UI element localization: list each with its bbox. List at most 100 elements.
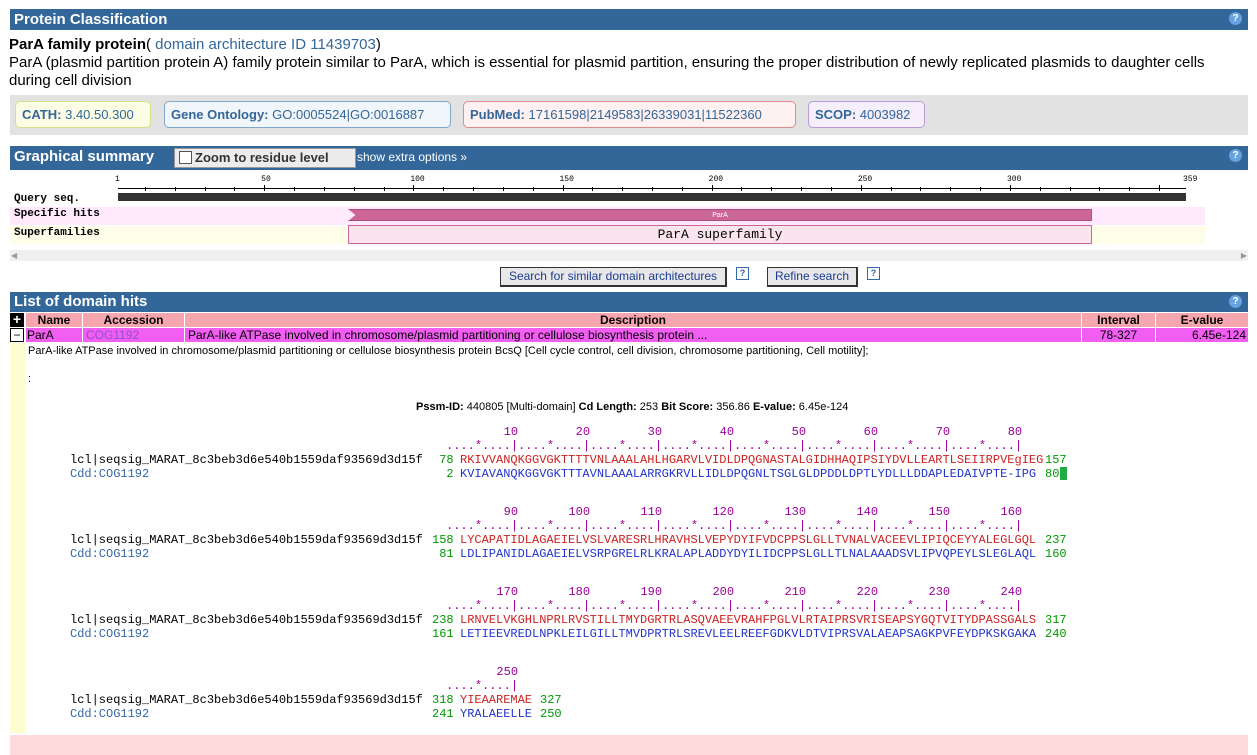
subject-name[interactable]: Cdd:COG1192: [70, 467, 149, 481]
parA-hit-label: ParA: [712, 212, 728, 219]
alignment-ruler: ....*....|....*....|....*....|....*....|…: [374, 599, 1023, 613]
ruler-tick: [413, 185, 415, 191]
ruler-tick: [1039, 187, 1041, 191]
show-extra-options-link[interactable]: show extra options »: [357, 146, 467, 168]
ruler-tick-label: 300: [1006, 175, 1022, 184]
hit-description[interactable]: ParA-like ATPase involved in chromosome/…: [185, 328, 1081, 342]
zoom-checkbox[interactable]: [179, 151, 192, 164]
pssm-label: Pssm-ID:: [416, 401, 464, 413]
help-icon[interactable]: ?: [1229, 12, 1242, 25]
parA-superfamily-hit[interactable]: ParA superfamily: [348, 225, 1092, 244]
query-name: lcl|seqsig_MARAT_8c3beb3d6e540b1559daf93…: [70, 453, 423, 467]
subject-sequence: LDLIPANIDLAGAEIELVSRPGRELRLKRALAPLADDYDY…: [460, 547, 1037, 561]
refine-search-button[interactable]: Refine search: [767, 267, 858, 287]
protein-name: ParA family protein: [9, 36, 146, 53]
cd-length-label: Cd Length:: [578, 401, 637, 413]
graphical-summary-header: Graphical summary Zoom to residue level …: [10, 146, 1248, 170]
ruler-tick: [502, 187, 504, 191]
query-seq-bar: [118, 193, 1186, 201]
protein-classification-header: Protein Classification ?: [10, 9, 1248, 30]
col-header-name[interactable]: Name: [26, 313, 82, 327]
ruler-tick: [264, 185, 266, 191]
collapse-row-icon[interactable]: −: [10, 328, 24, 342]
expand-all-icon[interactable]: +: [10, 312, 24, 327]
ruler-tick-label: 200: [708, 175, 724, 184]
search-similar-architectures-button[interactable]: Search for similar domain architectures: [500, 267, 727, 287]
subject-start: 241: [432, 707, 454, 721]
ruler-tick: [1129, 187, 1131, 191]
gene-ontology-badge[interactable]: Gene Ontology: GO:0005524|GO:0016887: [164, 101, 451, 128]
query-end: 327: [540, 693, 562, 707]
ruler-tick: [652, 187, 653, 191]
ruler-tick: [830, 187, 832, 191]
query-sequence: YIEAAREMAE: [460, 693, 533, 707]
help-icon[interactable]: ?: [1229, 149, 1242, 162]
ruler-tick: [681, 187, 683, 191]
subject-end: 80: [1045, 467, 1060, 481]
ruler-tick: [383, 187, 385, 191]
scroll-left-arrow[interactable]: ◀: [11, 250, 17, 261]
graphical-summary-title: Graphical summary: [14, 148, 155, 165]
col-header-description[interactable]: Description: [185, 313, 1081, 327]
query-end: 317: [1045, 613, 1067, 627]
ruler-tick: [771, 187, 773, 191]
cd-length-value: 253: [639, 401, 659, 413]
ruler-tick: [950, 187, 952, 191]
cath-label: CATH:: [22, 107, 62, 122]
col-header-interval[interactable]: Interval: [1082, 313, 1155, 327]
col-header-evalue[interactable]: E-value: [1156, 313, 1248, 327]
parA-specific-hit[interactable]: ParA: [348, 209, 1092, 221]
pubmed-value[interactable]: 17161598|2149583|26339031|11522360: [529, 107, 762, 122]
scop-value[interactable]: 4003982: [860, 107, 911, 122]
ruler-tick: [1159, 185, 1161, 191]
subject-name[interactable]: Cdd:COG1192: [70, 707, 149, 721]
full-description: ParA-like ATPase involved in chromosome/…: [28, 345, 869, 357]
evalue-label: E-value:: [752, 401, 796, 413]
pubmed-badge[interactable]: PubMed: 17161598|2149583|26339031|115223…: [463, 101, 796, 128]
ruler-tick: [711, 185, 713, 191]
ruler-tick: [323, 187, 325, 191]
alignment-ruler: ....*....|....*....|....*....|....*....|…: [374, 519, 1023, 533]
query-name: lcl|seqsig_MARAT_8c3beb3d6e540b1559daf93…: [70, 533, 423, 547]
ruler-tick: [860, 185, 862, 191]
bit-score-label: Bit Score:: [661, 401, 714, 413]
ruler-tick: [622, 187, 624, 191]
go-label: Gene Ontology:: [171, 107, 269, 122]
scroll-right-arrow[interactable]: ▶: [1241, 250, 1247, 261]
ruler-tick: [801, 187, 803, 191]
alignment-numbers: 10 20 30 40 50 60 70 80: [374, 425, 1023, 439]
ruler-tick: [204, 187, 206, 191]
evalue-value: 6.45e-124: [798, 401, 849, 413]
scop-badge[interactable]: SCOP: 4003982: [808, 101, 925, 128]
go-value[interactable]: GO:0005524|GO:0016887: [272, 107, 424, 122]
cath-value[interactable]: 3.40.50.300: [65, 107, 134, 122]
subject-start: 2: [432, 467, 454, 481]
hit-interval: 78-327: [1082, 328, 1155, 342]
ruler-tick: [1099, 187, 1101, 191]
hit-accession[interactable]: COG1192: [83, 328, 184, 342]
ruler-tick: [174, 187, 176, 191]
ruler-tick: [562, 185, 564, 191]
hit-name[interactable]: ParA: [26, 328, 82, 342]
help-icon[interactable]: ?: [1229, 295, 1242, 308]
subject-sequence: KVIAVANQKGGVGKTTTAVNLAAALARRGKRVLLIDLDPQ…: [460, 467, 1037, 481]
superfamilies-label: Superfamilies: [14, 227, 100, 239]
protein-description: ParA (plasmid partition protein A) famil…: [9, 54, 1205, 89]
ruler-tick: [1009, 185, 1011, 191]
domain-hits-header: List of domain hits ?: [10, 292, 1248, 312]
subject-start: 161: [432, 627, 454, 641]
ruler-tick: [144, 187, 146, 191]
subject-name[interactable]: Cdd:COG1192: [70, 627, 149, 641]
zoom-toggle[interactable]: Zoom to residue level: [174, 148, 356, 168]
horizontal-scrollbar[interactable]: ◀ ▶: [10, 250, 1248, 261]
domain-architecture-link[interactable]: domain architecture ID 11439703: [155, 36, 376, 53]
col-header-accession[interactable]: Accession: [83, 313, 184, 327]
cath-badge[interactable]: CATH: 3.40.50.300: [15, 101, 151, 128]
close-paren: ): [375, 36, 381, 53]
query-start: 238: [432, 613, 454, 627]
subject-name[interactable]: Cdd:COG1192: [70, 547, 149, 561]
search-similar-help-icon[interactable]: ?: [736, 267, 749, 280]
specific-hits-label: Specific hits: [14, 208, 100, 220]
footer-band: [10, 735, 1248, 755]
refine-search-help-icon[interactable]: ?: [867, 267, 880, 280]
